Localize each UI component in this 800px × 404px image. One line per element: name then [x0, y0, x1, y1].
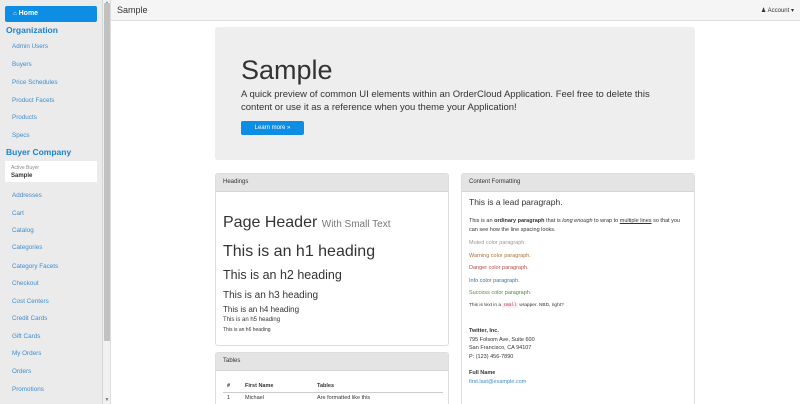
scrollbar-thumb[interactable] — [104, 3, 110, 341]
page-title: Sample — [117, 5, 148, 15]
sidebar-item-category-facets[interactable]: Category Facets — [12, 263, 58, 270]
home-icon: ⌂ — [13, 11, 17, 17]
table-cell: 1 — [223, 392, 241, 404]
sidebar-item-orders[interactable]: Orders — [12, 368, 31, 375]
sidebar-item-product-facets[interactable]: Product Facets — [12, 97, 54, 104]
h5-example: This is an h5 heading — [223, 317, 281, 323]
sidebar-item-admin-users[interactable]: Admin Users — [12, 43, 48, 50]
danger-paragraph: Danger color paragraph. — [469, 265, 529, 271]
content-panel-title: Content Formatting — [462, 174, 694, 192]
headings-panel-title: Headings — [216, 174, 448, 192]
para-text-3: to wrap to — [592, 218, 620, 224]
user-icon: ♟ — [760, 8, 767, 14]
table-header-row: # First Name Tables — [223, 380, 443, 393]
home-label: Home — [18, 10, 39, 17]
organization-heading: Organization — [6, 25, 58, 35]
scroll-down-arrow-icon[interactable]: ▼ — [103, 397, 111, 403]
page-header-small-text: With Small Text — [321, 219, 391, 230]
info-paragraph: Info color paragraph. — [469, 278, 520, 284]
h2-example: This is an h2 heading — [223, 268, 342, 282]
contact-name: Full Name — [469, 370, 496, 376]
sidebar-item-promotions[interactable]: Promotions — [12, 386, 44, 393]
muted-paragraph: Muted color paragraph. — [469, 240, 526, 246]
learn-more-button[interactable]: Learn more » — [241, 121, 304, 135]
sidebar-item-categories[interactable]: Categories — [12, 244, 42, 251]
sidebar-item-checkout[interactable]: Checkout — [12, 280, 39, 287]
small-text-paragraph: This is text in a small wrapper. NBD, ri… — [469, 302, 689, 311]
sidebar-item-addresses[interactable]: Addresses — [12, 192, 42, 199]
address-name: Twitter, Inc. — [469, 328, 499, 334]
tables-panel-title: Tables — [216, 353, 448, 371]
sidebar-item-products[interactable]: Products — [12, 114, 37, 121]
sidebar-item-buyers[interactable]: Buyers — [12, 61, 32, 68]
contact-block: Full Name first.last@example.com — [469, 369, 689, 386]
contact-email-link[interactable]: first.last@example.com — [469, 379, 526, 385]
lead-paragraph: This is a lead paragraph. — [469, 197, 563, 207]
sidebar-scrollbar[interactable]: ▲ ▼ — [103, 0, 111, 404]
column-header: # — [223, 380, 241, 393]
sidebar-item-specs[interactable]: Specs — [12, 132, 30, 139]
success-paragraph: Success color paragraph. — [469, 290, 532, 296]
sidebar-item-cart[interactable]: Cart — [12, 210, 24, 217]
h3-example: This is an h3 heading — [223, 290, 319, 301]
small-code: small — [502, 303, 518, 308]
h1-example: This is an h1 heading — [223, 243, 376, 260]
address-line-2: San Francisco, CA 94107 — [469, 345, 532, 351]
sidebar-item-price-schedules[interactable]: Price Schedules — [12, 79, 58, 86]
content-formatting-panel: Content Formatting This is a lead paragr… — [461, 173, 695, 404]
table-cell: Are formatted like this — [313, 392, 443, 404]
para-bold: ordinary paragraph — [494, 218, 545, 224]
sidebar-item-catalog[interactable]: Catalog — [12, 227, 34, 234]
headings-panel: Headings Page Header With Small Text Thi… — [215, 173, 449, 346]
example-table: # First Name Tables 1 Michael Are format… — [223, 380, 443, 404]
warning-paragraph: Warning color paragraph. — [469, 253, 531, 259]
sidebar-item-cost-centers[interactable]: Cost Centers — [12, 298, 49, 305]
small-text-1: This is text in a — [469, 303, 503, 308]
page-header-example: Page Header With Small Text — [223, 214, 390, 232]
address-phone: P: (123) 456-7890 — [469, 353, 514, 360]
account-label: Account — [767, 8, 790, 14]
para-text-2: that is — [544, 218, 563, 224]
small-text-2: wrapper. NBD, right? — [517, 303, 564, 308]
jumbotron-title: Sample — [241, 55, 333, 85]
buyer-company-heading: Buyer Company — [6, 147, 72, 157]
tables-panel: Tables # First Name Tables 1 Michael Are… — [215, 352, 449, 404]
para-underline: multiple lines — [619, 218, 652, 224]
active-buyer-value: Sample — [11, 173, 33, 179]
sidebar-item-credit-cards[interactable]: Credit Cards — [12, 315, 47, 322]
topbar: Sample ♟ Account ▾ — [111, 0, 800, 21]
caret-down-icon: ▾ — [790, 8, 794, 14]
address-block: Twitter, Inc. 795 Folsom Ave, Suite 600 … — [469, 327, 689, 361]
column-header: First Name — [241, 380, 313, 393]
home-button[interactable]: ⌂ Home — [5, 6, 97, 22]
para-italic: long enough — [562, 218, 593, 224]
sidebar: ⌂ Home Organization Admin Users Buyers Pr… — [0, 0, 103, 404]
active-buyer-label: Active Buyer — [11, 165, 40, 171]
address-line-1: 795 Folsom Ave, Suite 600 — [469, 336, 535, 343]
h6-example: This is an h6 heading — [223, 327, 271, 333]
para-text-1: This is an — [469, 218, 495, 224]
jumbotron: Sample A quick preview of common UI elem… — [215, 27, 695, 160]
sidebar-item-my-orders[interactable]: My Orders — [12, 350, 41, 357]
page-header-text: Page Header — [223, 214, 318, 231]
sidebar-item-gift-cards[interactable]: Gift Cards — [12, 333, 40, 340]
table-cell: Michael — [241, 392, 313, 404]
table-row: 1 Michael Are formatted like this — [223, 392, 443, 404]
account-dropdown[interactable]: ♟ Account ▾ — [761, 7, 794, 14]
jumbotron-text: A quick preview of common UI elements wi… — [241, 89, 650, 113]
h4-example: This is an h4 heading — [223, 305, 300, 314]
ordinary-paragraph: This is an ordinary paragraph that is lo… — [469, 217, 689, 234]
active-buyer-selector[interactable]: Active Buyer Sample — [5, 161, 97, 182]
column-header: Tables — [313, 380, 443, 393]
